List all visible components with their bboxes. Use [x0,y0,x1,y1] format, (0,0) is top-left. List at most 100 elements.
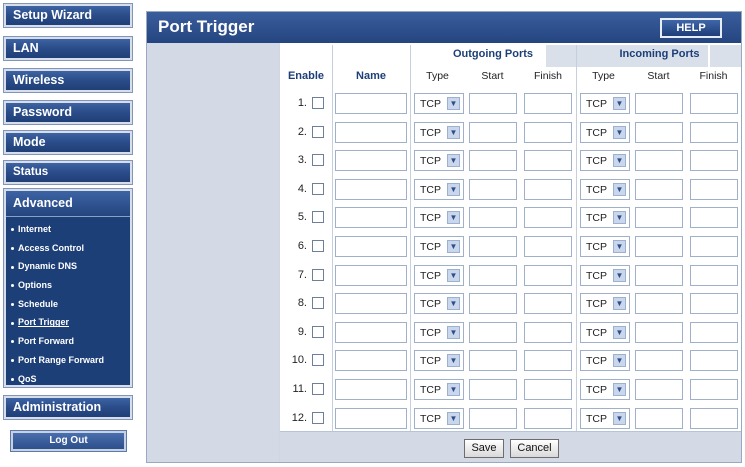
chevron-down-icon[interactable]: ▼ [447,154,460,168]
outgoing-start-input[interactable] [469,207,517,229]
outgoing-start-input[interactable] [469,321,517,343]
outgoing-finish-input[interactable] [524,321,572,343]
nav-wireless-button[interactable]: Wireless [3,68,133,93]
outgoing-start-input[interactable] [469,350,517,372]
name-input[interactable] [335,150,407,172]
outgoing-finish-input[interactable] [524,236,572,257]
chevron-down-icon[interactable]: ▼ [447,411,460,425]
chevron-down-icon[interactable]: ▼ [447,325,460,339]
advanced-menu-item[interactable]: Options [6,276,130,295]
outgoing-start-input[interactable] [469,293,517,315]
name-input[interactable] [335,236,407,257]
advanced-menu-item[interactable]: Port Forward [6,332,130,351]
incoming-type-select[interactable]: TCP ▼ [580,379,630,400]
incoming-type-select[interactable]: TCP ▼ [580,350,630,372]
incoming-finish-input[interactable] [690,121,738,143]
outgoing-finish-input[interactable] [524,407,572,429]
outgoing-type-select[interactable]: TCP ▼ [414,293,464,315]
incoming-start-input[interactable] [635,321,683,343]
incoming-finish-input[interactable] [690,93,738,114]
chevron-down-icon[interactable]: ▼ [613,154,626,168]
nav-advanced-button[interactable]: Advanced [6,191,130,217]
chevron-down-icon[interactable]: ▼ [613,268,626,282]
incoming-type-select[interactable]: TCP ▼ [580,293,630,315]
incoming-finish-input[interactable] [690,207,738,229]
advanced-menu-item[interactable]: Schedule [6,295,130,314]
enable-checkbox[interactable] [312,97,324,109]
help-button[interactable]: HELP [660,18,722,38]
enable-checkbox[interactable] [312,354,324,367]
chevron-down-icon[interactable]: ▼ [613,411,626,425]
incoming-type-select[interactable]: TCP ▼ [580,178,630,200]
name-input[interactable] [335,178,407,200]
advanced-menu-item[interactable]: Port Range Forward [6,351,130,370]
outgoing-type-select[interactable]: TCP ▼ [414,321,464,343]
outgoing-type-select[interactable]: TCP ▼ [414,236,464,257]
incoming-start-input[interactable] [635,178,683,200]
outgoing-start-input[interactable] [469,379,517,400]
outgoing-finish-input[interactable] [524,293,572,315]
incoming-start-input[interactable] [635,236,683,257]
incoming-finish-input[interactable] [690,407,738,429]
outgoing-start-input[interactable] [469,407,517,429]
incoming-finish-input[interactable] [690,236,738,257]
save-button[interactable]: Save [464,439,504,458]
outgoing-type-select[interactable]: TCP ▼ [414,379,464,400]
chevron-down-icon[interactable]: ▼ [447,268,460,282]
outgoing-start-input[interactable] [469,121,517,143]
incoming-start-input[interactable] [635,93,683,114]
outgoing-finish-input[interactable] [524,207,572,229]
outgoing-finish-input[interactable] [524,264,572,286]
outgoing-start-input[interactable] [469,264,517,286]
enable-checkbox[interactable] [312,411,324,424]
chevron-down-icon[interactable]: ▼ [613,125,626,139]
incoming-start-input[interactable] [635,207,683,229]
outgoing-finish-input[interactable] [524,178,572,200]
incoming-finish-input[interactable] [690,293,738,315]
outgoing-finish-input[interactable] [524,150,572,172]
incoming-type-select[interactable]: TCP ▼ [580,321,630,343]
chevron-down-icon[interactable]: ▼ [447,182,460,196]
nav-setup-wizard-button[interactable]: Setup Wizard [3,3,133,28]
outgoing-type-select[interactable]: TCP ▼ [414,207,464,229]
advanced-menu-item[interactable]: QoS [6,370,130,389]
incoming-type-select[interactable]: TCP ▼ [580,236,630,257]
chevron-down-icon[interactable]: ▼ [447,240,460,253]
incoming-start-input[interactable] [635,293,683,315]
chevron-down-icon[interactable]: ▼ [447,297,460,311]
name-input[interactable] [335,93,407,114]
outgoing-finish-input[interactable] [524,350,572,372]
chevron-down-icon[interactable]: ▼ [613,297,626,311]
name-input[interactable] [335,121,407,143]
outgoing-type-select[interactable]: TCP ▼ [414,407,464,429]
enable-checkbox[interactable] [312,297,324,310]
incoming-type-select[interactable]: TCP ▼ [580,93,630,114]
chevron-down-icon[interactable]: ▼ [613,97,626,110]
incoming-type-select[interactable]: TCP ▼ [580,264,630,286]
chevron-down-icon[interactable]: ▼ [613,383,626,396]
advanced-menu-item[interactable]: Dynamic DNS [6,257,130,276]
outgoing-finish-input[interactable] [524,93,572,114]
incoming-type-select[interactable]: TCP ▼ [580,121,630,143]
outgoing-start-input[interactable] [469,236,517,257]
outgoing-finish-input[interactable] [524,121,572,143]
incoming-start-input[interactable] [635,121,683,143]
nav-mode-button[interactable]: Mode [3,130,133,155]
incoming-type-select[interactable]: TCP ▼ [580,150,630,172]
chevron-down-icon[interactable]: ▼ [447,125,460,139]
outgoing-type-select[interactable]: TCP ▼ [414,150,464,172]
name-input[interactable] [335,207,407,229]
incoming-start-input[interactable] [635,379,683,400]
enable-checkbox[interactable] [312,240,324,252]
name-input[interactable] [335,321,407,343]
outgoing-type-select[interactable]: TCP ▼ [414,178,464,200]
nav-status-button[interactable]: Status [3,160,133,185]
incoming-finish-input[interactable] [690,350,738,372]
outgoing-start-input[interactable] [469,93,517,114]
enable-checkbox[interactable] [312,268,324,281]
nav-lan-button[interactable]: LAN [3,36,133,61]
advanced-menu-item[interactable]: Port Trigger [6,313,130,332]
chevron-down-icon[interactable]: ▼ [613,240,626,253]
outgoing-type-select[interactable]: TCP ▼ [414,121,464,143]
incoming-type-select[interactable]: TCP ▼ [580,207,630,229]
